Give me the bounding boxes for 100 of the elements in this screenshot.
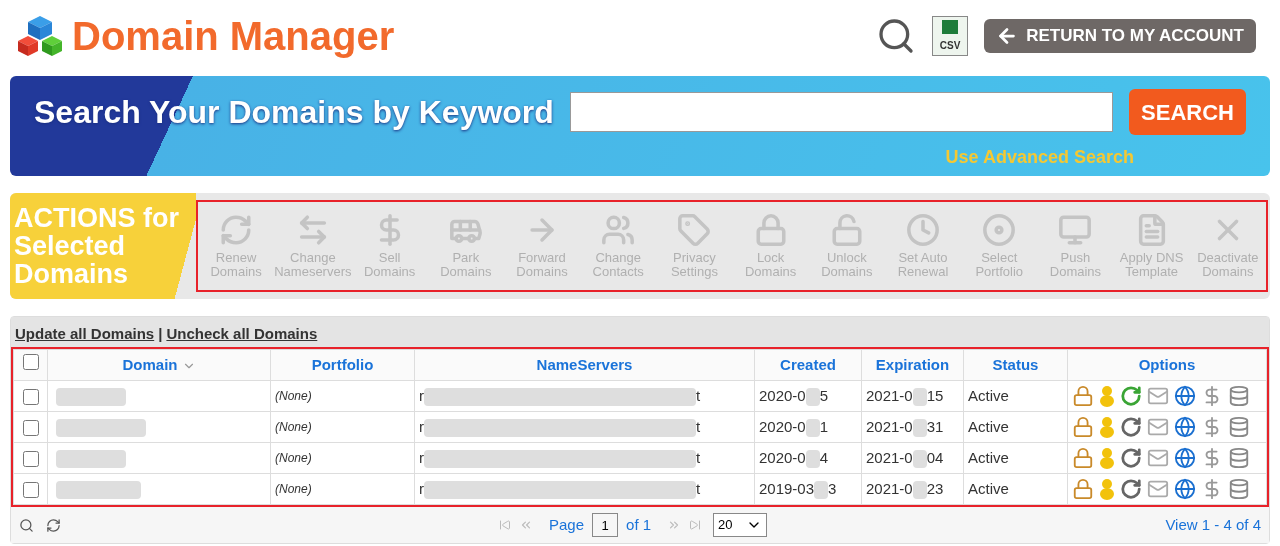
page-count-label: of 1 <box>626 514 652 535</box>
globe-icon[interactable] <box>1174 478 1196 500</box>
blurred-block <box>912 387 927 406</box>
refresh-icon <box>219 213 254 247</box>
date-text: 15 <box>926 386 944 404</box>
people-icon <box>601 213 636 247</box>
blurred-block <box>805 418 820 437</box>
advanced-search-link[interactable]: Use Advanced Search <box>945 144 1134 171</box>
date-text: 2020-0 <box>759 448 806 466</box>
date-text: 3 <box>828 479 837 497</box>
blurred-block <box>56 387 126 406</box>
actions-title-line: ACTIONS for <box>14 204 180 232</box>
globe-icon[interactable] <box>1174 416 1196 438</box>
blurred-block <box>805 449 820 468</box>
nameserver-text: r <box>419 479 424 497</box>
date-text: 2021-0 <box>866 479 913 497</box>
row-checkbox[interactable] <box>22 419 39 436</box>
date-text: 31 <box>926 417 944 435</box>
date-text: 2021-0 <box>866 417 913 435</box>
column-header[interactable]: Expiration <box>861 349 964 381</box>
database-icon[interactable] <box>1228 447 1250 469</box>
blurred-block <box>814 480 829 499</box>
date-text: 2021-0 <box>866 448 913 466</box>
page-size-select[interactable]: 20 <box>713 513 768 537</box>
blurred-block <box>805 387 820 406</box>
database-icon[interactable] <box>1228 478 1250 500</box>
page-title: Domain Manager <box>72 13 395 60</box>
database-icon[interactable] <box>1228 416 1250 438</box>
uncheck-all-link[interactable]: Uncheck all Domains <box>166 322 318 345</box>
contact-figure-icon[interactable] <box>1099 447 1115 469</box>
date-text: 04 <box>926 448 944 466</box>
keyword-search-field[interactable] <box>569 92 1114 132</box>
monitors-icon <box>1058 213 1093 247</box>
status-cell: Active <box>963 411 1068 443</box>
nameserver-text: r <box>419 417 424 435</box>
column-header[interactable]: Portfolio <box>270 349 415 381</box>
csv-export-icon[interactable]: CSV <box>932 16 969 56</box>
lock-icon[interactable] <box>1072 385 1094 407</box>
first-page-icon[interactable] <box>499 519 511 531</box>
portfolio-cell: (None) <box>270 411 415 443</box>
date-text: 23 <box>926 479 944 497</box>
unlock-icon <box>829 213 864 247</box>
row-checkbox[interactable] <box>22 450 39 467</box>
link-separator: | <box>158 323 163 344</box>
column-header[interactable]: Options <box>1067 349 1267 381</box>
lock-icon[interactable] <box>1072 447 1094 469</box>
blurred-block <box>56 449 126 468</box>
search-button[interactable]: SEARCH <box>1129 89 1246 135</box>
row-checkbox[interactable] <box>22 388 39 405</box>
blurred-block <box>912 449 927 468</box>
mail-icon[interactable] <box>1147 478 1169 500</box>
date-text: 2020-0 <box>759 417 806 435</box>
actions-title-line: Selected <box>14 232 127 260</box>
tag-icon <box>677 213 712 247</box>
select-all-checkbox[interactable] <box>22 353 39 370</box>
column-header[interactable]: Created <box>754 349 862 381</box>
view-count-label: View 1 - 4 of 4 <box>1165 514 1261 535</box>
column-header[interactable]: Status <box>963 349 1068 381</box>
nameserver-text: t <box>696 479 701 497</box>
nameserver-text: t <box>696 386 701 404</box>
return-to-account-button[interactable]: RETURN TO MY ACCOUNT <box>984 19 1256 53</box>
update-all-link[interactable]: Update all Domains <box>15 322 155 345</box>
contact-figure-icon[interactable] <box>1099 416 1115 438</box>
blurred-block <box>912 480 927 499</box>
globe-icon[interactable] <box>1174 385 1196 407</box>
database-icon[interactable] <box>1228 385 1250 407</box>
last-page-icon[interactable] <box>689 519 702 531</box>
contact-figure-icon[interactable] <box>1099 385 1115 407</box>
lock-icon[interactable] <box>1072 416 1094 438</box>
page-number-field[interactable]: 1 <box>592 513 619 537</box>
nameserver-text: r <box>419 386 424 404</box>
nameserver-text: r <box>419 448 424 466</box>
contact-figure-icon[interactable] <box>1099 478 1115 500</box>
date-text: 1 <box>819 417 829 435</box>
refresh-icon[interactable] <box>46 517 61 533</box>
lock-icon[interactable] <box>1072 478 1094 500</box>
nameserver-text: t <box>696 417 701 435</box>
mail-icon[interactable] <box>1147 416 1169 438</box>
date-text: 2020-0 <box>759 386 806 404</box>
renew-arrow-icon[interactable] <box>1120 478 1142 500</box>
status-cell: Active <box>963 380 1068 412</box>
renew-arrow-icon[interactable] <box>1120 416 1142 438</box>
renew-arrow-icon[interactable] <box>1120 447 1142 469</box>
search-icon[interactable] <box>19 517 34 533</box>
disc-icon <box>982 213 1017 247</box>
blurred-block <box>912 418 927 437</box>
portfolio-cell: (None) <box>270 473 415 505</box>
globe-icon[interactable] <box>1174 447 1196 469</box>
nameserver-text: t <box>696 448 701 466</box>
mail-icon[interactable] <box>1147 385 1169 407</box>
portfolio-cell: (None) <box>270 442 415 474</box>
mail-icon[interactable] <box>1147 447 1169 469</box>
page-label: Page <box>549 514 585 535</box>
column-header[interactable]: NameServers <box>414 349 755 381</box>
column-header[interactable]: Domain <box>47 349 271 381</box>
row-checkbox[interactable] <box>22 481 39 498</box>
date-text: 5 <box>819 386 829 404</box>
renew-arrow-icon[interactable] <box>1120 385 1142 407</box>
previous-page-icon[interactable] <box>519 518 533 532</box>
actions-title-line: Domains <box>14 260 130 288</box>
